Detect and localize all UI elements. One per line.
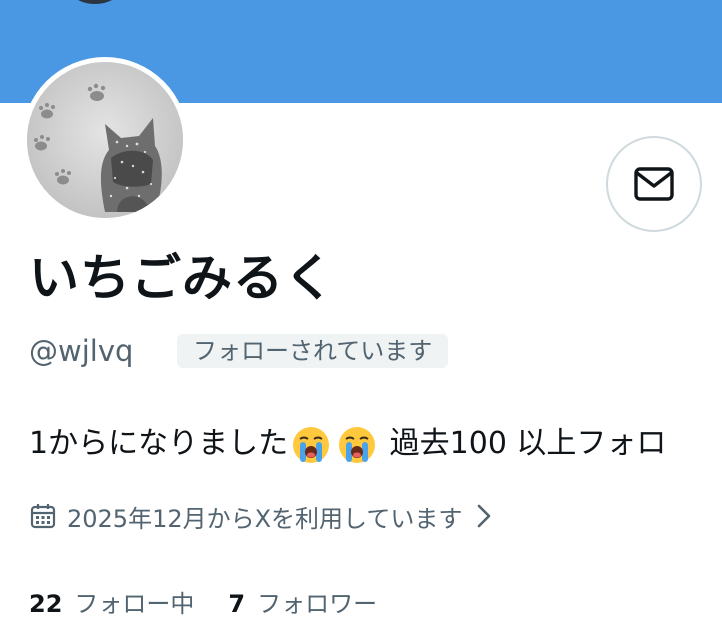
banner-shape [70, 0, 120, 4]
user-handle: @wjlvq [29, 334, 134, 368]
followers-label: フォロワー [257, 589, 378, 618]
joined-text: 2025年12月からXを利用しています [67, 504, 463, 533]
follow-stats: 22 フォロー中 7 フォロワー [29, 582, 377, 620]
loudly-crying-face-icon [291, 425, 331, 465]
mail-icon [630, 160, 678, 208]
message-button[interactable] [606, 136, 702, 232]
followers-count: 7 [228, 589, 246, 618]
display-name: いちごみるく [29, 249, 335, 307]
following-link[interactable]: 22 フォロー中 [29, 584, 194, 619]
bio-text: 1からになりました [29, 426, 289, 461]
following-label: フォロー中 [74, 589, 195, 618]
following-count: 22 [29, 589, 63, 618]
bio-text-continued: 過去100 以上フォロ [389, 426, 667, 461]
chevron-right-icon [476, 503, 492, 529]
avatar-image [27, 62, 183, 218]
avatar[interactable] [27, 62, 183, 218]
followers-link[interactable]: 7 フォロワー [228, 584, 377, 619]
follows-you-badge: フォローされています [177, 334, 449, 368]
joined-date[interactable]: 2025年12月からXを利用しています [29, 497, 492, 535]
calendar-icon [29, 502, 57, 530]
loudly-crying-face-icon [337, 425, 377, 465]
bio: 1からになりました 過去100 以上フォロ [29, 420, 722, 468]
